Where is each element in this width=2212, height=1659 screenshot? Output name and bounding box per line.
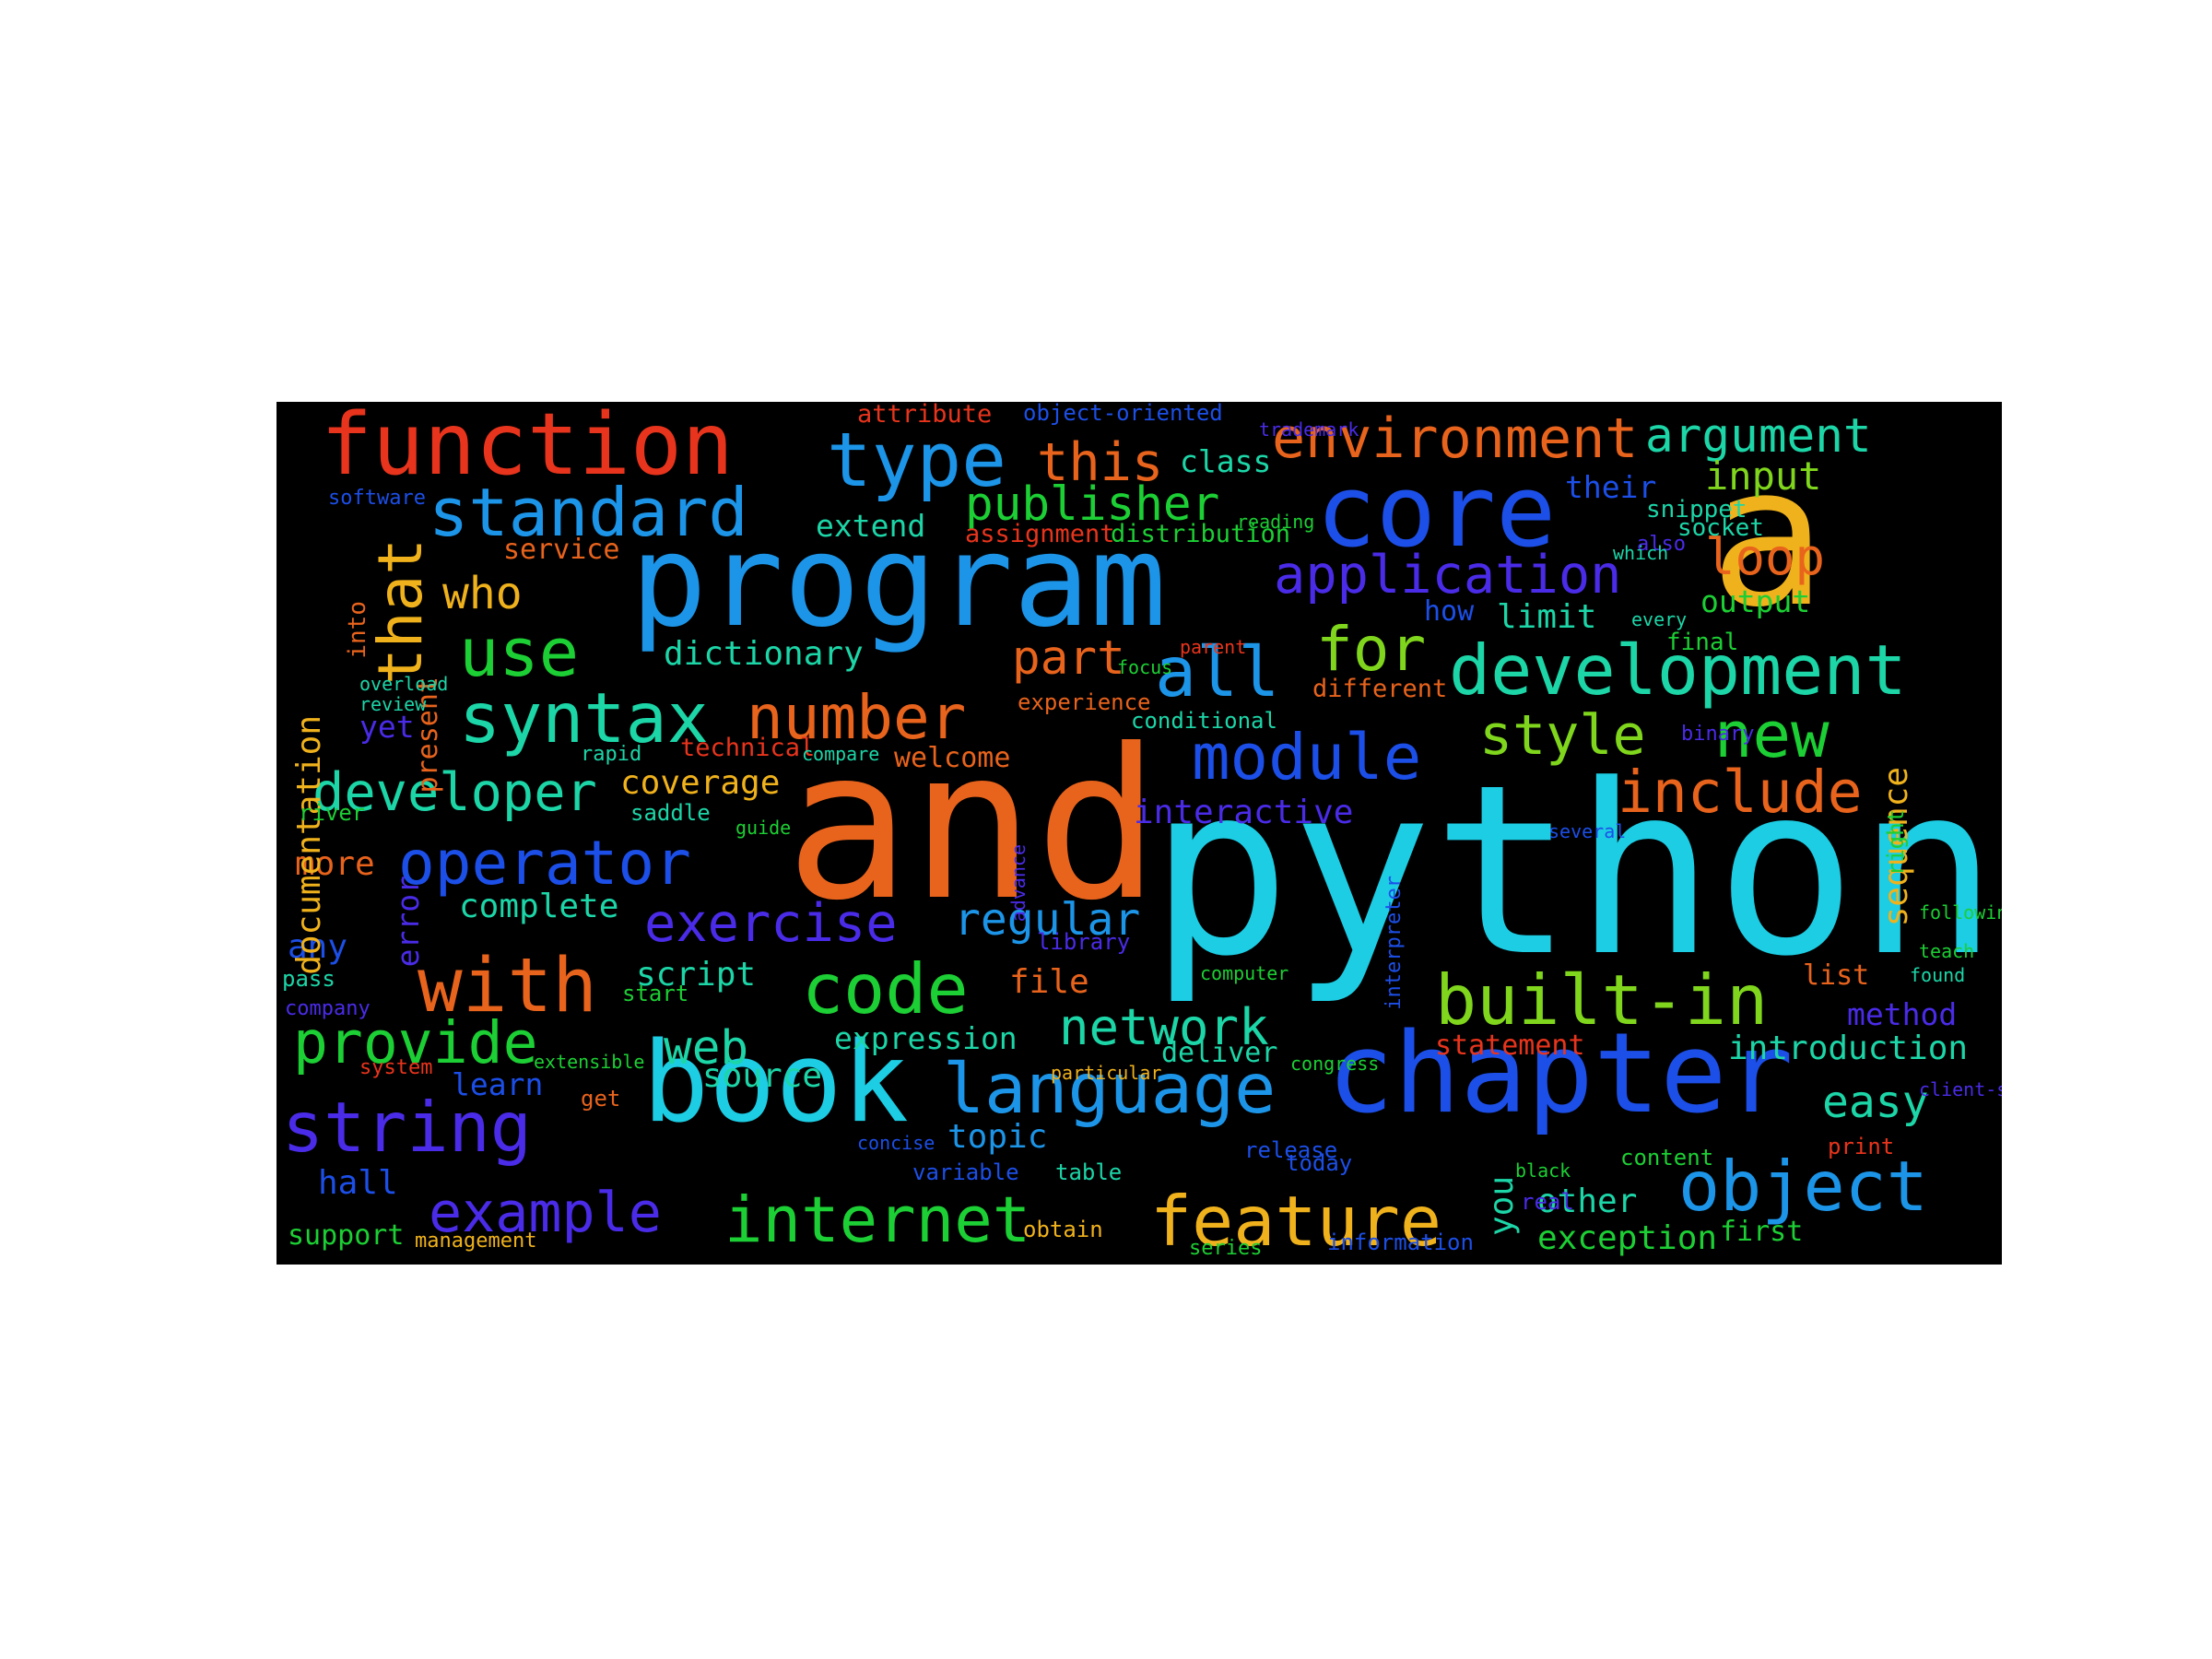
cloud-word: management [415, 1230, 537, 1253]
cloud-word: for [1316, 614, 1427, 685]
cloud-word: information [1327, 1230, 1474, 1255]
cloud-word: code [802, 948, 969, 1030]
cloud-word: focus [1117, 656, 1173, 678]
cloud-word: parent [1180, 636, 1247, 658]
cloud-word: variable [912, 1159, 1019, 1185]
cloud-word: who [442, 568, 523, 619]
cloud-word: final [1666, 629, 1739, 656]
cloud-word: trademark [1259, 418, 1359, 441]
cloud-word: attribute [857, 402, 993, 429]
cloud-word: hall [318, 1164, 398, 1202]
cloud-word: concise [857, 1132, 935, 1154]
cloud-word: computer [1200, 962, 1289, 984]
cloud-word: dictionary [664, 635, 864, 673]
cloud-word: right [1883, 809, 1909, 877]
cloud-word: found [1910, 964, 1966, 986]
cloud-word: internet [724, 1183, 1031, 1257]
cloud-word: extensible [534, 1051, 645, 1073]
cloud-word: extend [816, 508, 926, 544]
cloud-word: series [1189, 1237, 1263, 1260]
cloud-word: string [282, 1087, 532, 1168]
cloud-word: module [1192, 721, 1422, 794]
cloud-word: you [1483, 1176, 1521, 1237]
cloud-word: several [1548, 820, 1627, 842]
cloud-word: into [344, 601, 371, 659]
cloud-word: exception [1537, 1219, 1718, 1257]
cloud-word: compare [802, 743, 880, 765]
cloud-word: reading [1237, 511, 1315, 533]
cloud-word: start [622, 981, 689, 1006]
cloud-word: complete [459, 888, 619, 925]
cloud-word: get [581, 1086, 621, 1112]
word-cloud: python and a program chapter book core function… [276, 402, 2002, 1265]
cloud-word: guide [735, 817, 792, 839]
cloud-word: binary [1681, 723, 1755, 746]
cloud-word: service [503, 534, 620, 566]
cloud-word: overload [359, 673, 449, 695]
cloud-word: technical [680, 734, 816, 762]
cloud-word: different [1312, 675, 1448, 703]
cloud-word: error [390, 876, 426, 968]
cloud-word: company [285, 997, 371, 1020]
cloud-word: review [359, 693, 427, 715]
cloud-word: introduction [1728, 1030, 1969, 1067]
cloud-word: particular [1051, 1062, 1162, 1084]
cloud-word: software [328, 487, 426, 510]
cloud-word: obtain [1023, 1217, 1103, 1242]
cloud-word: object [1678, 1146, 1928, 1227]
cloud-word: documentation [290, 715, 328, 975]
cloud-word: style [1479, 703, 1646, 768]
cloud-word: client-server [1919, 1078, 2002, 1100]
cloud-word: snippet [1646, 496, 1747, 524]
cloud-word: how [1424, 595, 1475, 628]
cloud-word: teach [1919, 940, 1975, 962]
cloud-word: every [1631, 608, 1688, 630]
cloud-word: interpreter [1382, 876, 1406, 1010]
cloud-word: yet [359, 709, 415, 745]
cloud-word: coverage [620, 764, 781, 802]
cloud-word: rapid [581, 743, 642, 766]
cloud-word: real [1521, 1189, 1574, 1215]
cloud-word: table [1055, 1159, 1123, 1185]
cloud-word: method [1847, 996, 1958, 1032]
cloud-word: which [1613, 542, 1669, 564]
cloud-word: welcome [894, 742, 1011, 774]
cloud-word: assignment [965, 520, 1115, 548]
cloud-word: output [1700, 583, 1811, 619]
cloud-word: pass [282, 966, 335, 992]
cloud-word: their [1565, 469, 1657, 505]
cloud-word: operator [398, 828, 691, 899]
cloud-word: first [1720, 1216, 1804, 1248]
cloud-word: easy [1822, 1077, 1929, 1128]
cloud-word: system [359, 1056, 433, 1079]
cloud-word: today [1286, 1150, 1353, 1176]
cloud-word: black [1515, 1159, 1571, 1182]
cloud-word: that [365, 538, 436, 685]
cloud-word: topic [947, 1118, 1048, 1156]
cloud-word: list [1803, 959, 1870, 992]
cloud-word: interactive [1134, 794, 1354, 831]
cloud-word: statement [1435, 1030, 1585, 1062]
cloud-word: river [299, 800, 366, 826]
cloud-word: following [1919, 901, 2002, 924]
cloud-word: part [1012, 631, 1125, 686]
cloud-word: conditional [1131, 708, 1277, 734]
cloud-word: advance [1007, 844, 1030, 923]
cloud-word: application [1274, 545, 1622, 606]
cloud-word: file [1009, 963, 1089, 1001]
cloud-word: limit [1497, 598, 1597, 636]
cloud-word: input [1705, 453, 1822, 499]
cloud-word: use [459, 614, 580, 691]
cloud-word: library [1037, 929, 1131, 955]
cloud-word: object-oriented [1023, 402, 1223, 426]
cloud-word: exercise [644, 893, 898, 954]
cloud-word: include [1618, 759, 1863, 826]
cloud-word: support [288, 1219, 405, 1252]
cloud-word: class [1180, 443, 1272, 479]
cloud-word: built-in [1435, 959, 1769, 1041]
cloud-word: saddle [630, 800, 711, 826]
cloud-word: congress [1290, 1053, 1380, 1075]
cloud-word: source [702, 1057, 823, 1095]
